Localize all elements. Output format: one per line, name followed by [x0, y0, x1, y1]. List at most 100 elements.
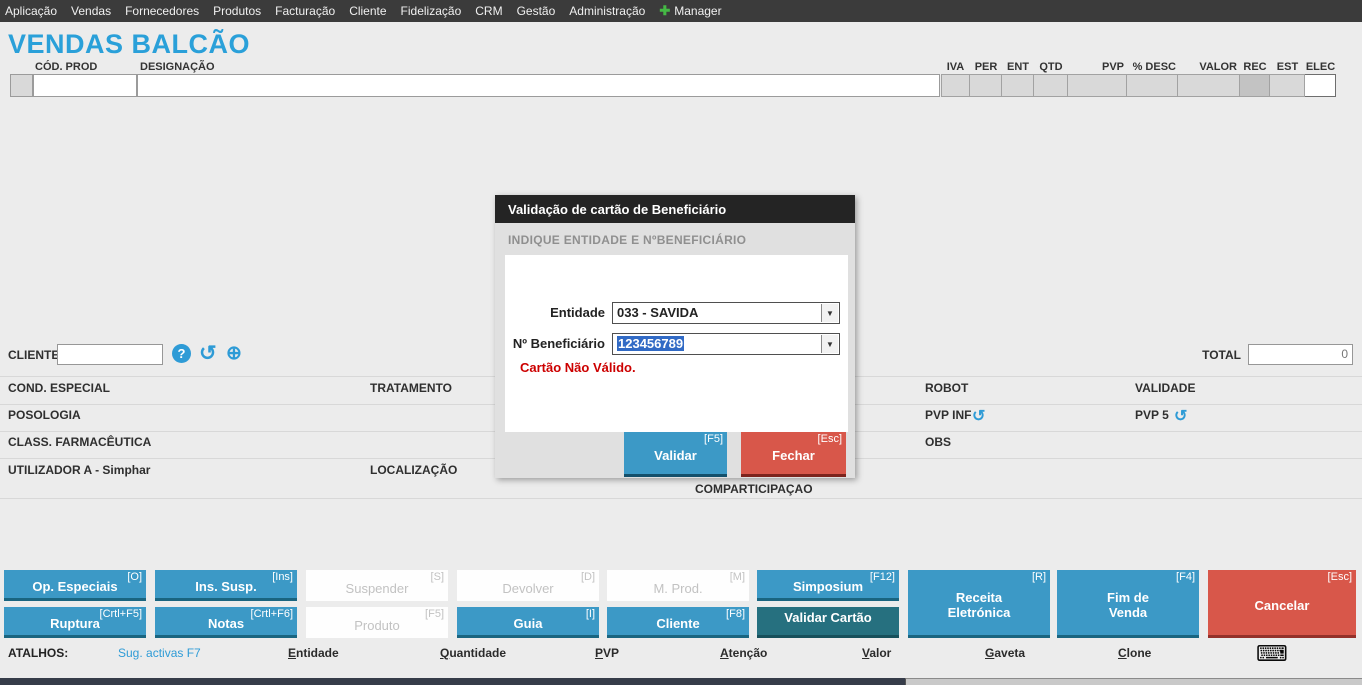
validar-button[interactable]: [F5] Validar [624, 432, 727, 477]
atalho-clone[interactable]: Clone [1118, 646, 1151, 660]
button-label: Validar Cartão [757, 599, 899, 635]
fechar-button[interactable]: [Esc] Fechar [741, 432, 846, 477]
menu-item-produtos[interactable]: Produtos [213, 4, 261, 18]
button-label: Fim de Venda [1057, 575, 1199, 635]
button-label: Ruptura [4, 612, 146, 635]
header-cod-prod: CÓD. PROD [35, 61, 97, 73]
history-icon[interactable]: ↺ [199, 344, 217, 363]
menu-item-crm[interactable]: CRM [475, 4, 502, 18]
bottom-dark-strip [0, 678, 905, 685]
fim-de-venda-button[interactable]: [F4] Fim de Venda [1057, 570, 1199, 638]
rec-cell [1240, 74, 1270, 97]
header-elec: ELEC [1305, 61, 1336, 73]
add-client-icon[interactable]: ⊕ [226, 344, 242, 363]
est-cell [1270, 74, 1305, 97]
pvp-5-history-icon[interactable]: ↺ [1174, 406, 1187, 426]
atalho-pvp[interactable]: PVP [595, 646, 619, 660]
button-label: Produto [306, 612, 448, 638]
beneficiario-select[interactable]: 123456789 ▼ [612, 333, 840, 355]
pvp-inf-history-icon[interactable]: ↺ [972, 406, 985, 426]
devolver-button: [D] Devolver [457, 570, 599, 601]
button-label: M. Prod. [607, 575, 749, 601]
atalho-quantidade[interactable]: Quantidade [440, 646, 506, 660]
obs-label: OBS [925, 435, 951, 449]
produto-button: [F5] Produto [306, 607, 448, 638]
manager-label: Manager [674, 4, 721, 18]
pvp-5-label: PVP 5 [1135, 408, 1169, 422]
cancelar-button[interactable]: [Esc] Cancelar [1208, 570, 1356, 638]
designacao-input[interactable] [137, 74, 940, 97]
menu-item-fornecedores[interactable]: Fornecedores [125, 4, 199, 18]
cond-especial-label: COND. ESPECIAL [8, 381, 110, 395]
button-label: Op. Especiais [4, 575, 146, 598]
page-title: VENDAS BALCÃO [8, 29, 250, 60]
menu-item-vendas[interactable]: Vendas [71, 4, 111, 18]
validade-label: VALIDADE [1135, 381, 1195, 395]
button-label: Notas [155, 612, 297, 635]
atalho-valor[interactable]: Valor [862, 646, 891, 660]
header-rec: REC [1240, 61, 1270, 73]
op-especiais-button[interactable]: [O] Op. Especiais [4, 570, 146, 601]
atalho-atencao[interactable]: Atenção [720, 646, 767, 660]
header-pvp: PVP [1068, 61, 1127, 73]
menu-item-gestao[interactable]: Gestão [517, 4, 556, 18]
menu-item-administracao[interactable]: Administração [569, 4, 645, 18]
notas-button[interactable]: [Crtl+F6] Notas [155, 607, 297, 638]
fechar-label: Fechar [741, 437, 846, 474]
menu-item-aplicacao[interactable]: Aplicação [5, 4, 57, 18]
pvp-inf-label: PVP INF [925, 408, 971, 422]
button-label: Guia [457, 612, 599, 635]
atalho-entidade[interactable]: Entidade [288, 646, 339, 660]
simposium-button[interactable]: [F12] Simposium [757, 570, 899, 601]
desc-cell [1127, 74, 1178, 97]
robot-label: ROBOT [925, 381, 968, 395]
green-cross-icon: ✚ [659, 3, 670, 19]
ent-cell [1002, 74, 1034, 97]
grid-right-headers: IVA PER ENT QTD PVP % DESC VALOR REC EST… [941, 61, 1336, 73]
button-label: Suspender [306, 575, 448, 601]
divider [0, 498, 1362, 499]
entidade-select[interactable]: 033 - SAVIDA ▼ [612, 302, 840, 324]
guia-button[interactable]: [I] Guia [457, 607, 599, 638]
chevron-down-icon[interactable]: ▼ [821, 335, 838, 353]
menu-item-fidelizacao[interactable]: Fidelização [401, 4, 462, 18]
cod-prod-input[interactable] [33, 74, 137, 97]
dialog-title: Validação de cartão de Beneficiário [508, 202, 726, 217]
bottom-light-strip [905, 678, 1362, 685]
posologia-label: POSOLOGIA [8, 408, 81, 422]
entidade-value: 033 - SAVIDA [617, 305, 698, 320]
button-label: Simposium [757, 575, 899, 598]
header-iva: IVA [941, 61, 970, 73]
valor-cell [1178, 74, 1240, 97]
iva-cell [941, 74, 970, 97]
elec-cell[interactable] [1305, 74, 1336, 97]
grid-value-cells [941, 74, 1336, 97]
per-cell [970, 74, 1002, 97]
button-label: Cancelar [1208, 575, 1356, 635]
dialog-subtitle: INDIQUE ENTIDADE E NºBENEFICIÁRIO [508, 233, 746, 247]
cliente-input[interactable] [57, 344, 163, 365]
receita-eletronica-button[interactable]: [R] Receita Eletrónica [908, 570, 1050, 638]
header-qtd: QTD [1034, 61, 1068, 73]
sug-activas-link[interactable]: Sug. activas F7 [118, 646, 201, 660]
menu-item-facturacao[interactable]: Facturação [275, 4, 335, 18]
button-label: Cliente [607, 612, 749, 635]
keyboard-icon[interactable]: ⌨ [1256, 641, 1288, 667]
comparticipacao-label: COMPARTICIPAÇAO [695, 482, 813, 496]
beneficiario-value: 123456789 [617, 336, 684, 351]
ruptura-button[interactable]: [Crtl+F5] Ruptura [4, 607, 146, 638]
menu-item-manager[interactable]: ✚ Manager [659, 3, 721, 19]
m-prod-button: [M] M. Prod. [607, 570, 749, 601]
help-icon[interactable]: ? [172, 344, 191, 363]
atalho-gaveta[interactable]: Gaveta [985, 646, 1025, 660]
cliente-button[interactable]: [F8] Cliente [607, 607, 749, 638]
header-ent: ENT [1002, 61, 1034, 73]
total-label: TOTAL [1201, 348, 1241, 362]
ins-susp-button[interactable]: [Ins] Ins. Susp. [155, 570, 297, 601]
chevron-down-icon[interactable]: ▼ [821, 304, 838, 322]
suspender-button: [S] Suspender [306, 570, 448, 601]
validar-cartao-button[interactable]: Validar Cartão [757, 607, 899, 638]
menu-item-cliente[interactable]: Cliente [349, 4, 386, 18]
header-per: PER [970, 61, 1002, 73]
header-est: EST [1270, 61, 1305, 73]
